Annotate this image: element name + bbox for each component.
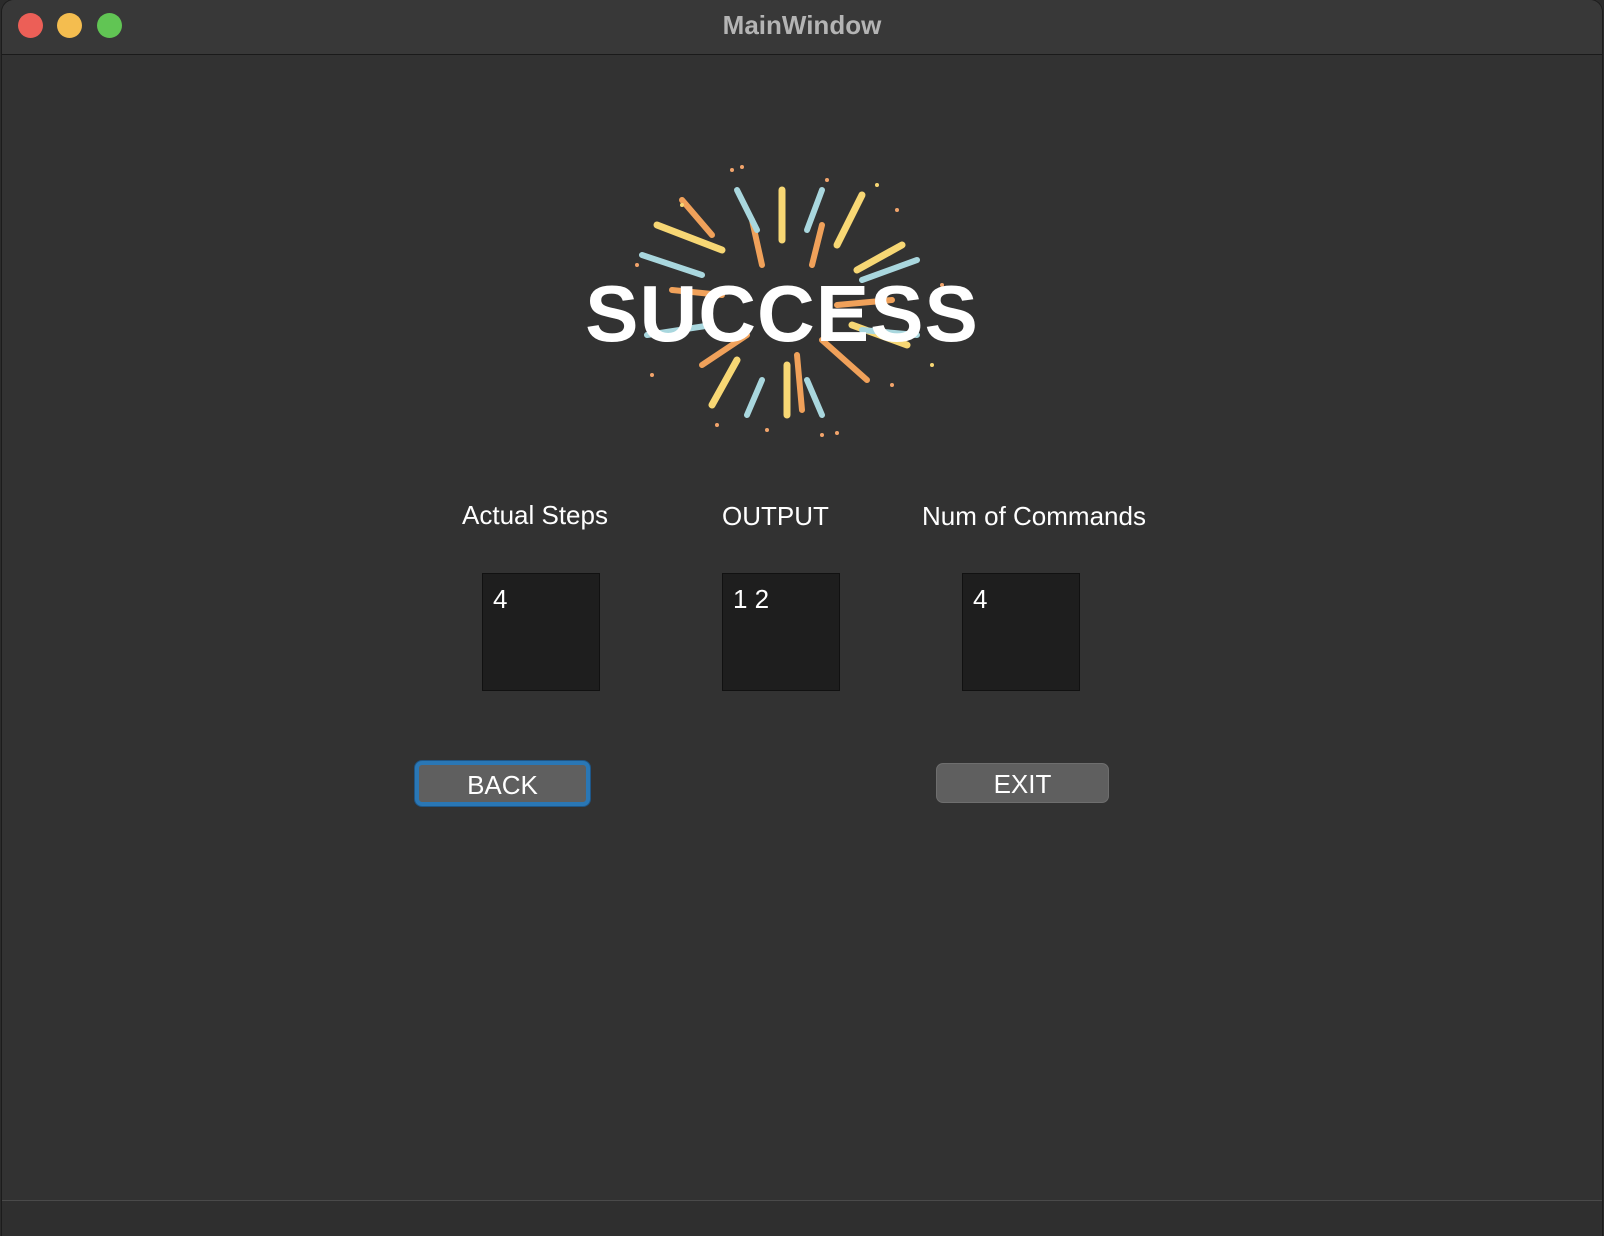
actual-steps-label: Actual Steps <box>462 500 608 530</box>
main-window: MainWindow SUCCESS Actual Steps OUTPUT N… <box>2 0 1602 1236</box>
num-commands-field[interactable]: 4 <box>962 573 1080 691</box>
num-commands-value: 4 <box>973 584 988 614</box>
exit-button[interactable]: EXIT <box>936 763 1109 803</box>
output-value: 1 2 <box>733 584 770 614</box>
back-button[interactable]: BACK <box>415 761 590 806</box>
success-banner: SUCCESS <box>585 269 979 358</box>
window-title: MainWindow <box>722 10 882 40</box>
actual-steps-field[interactable]: 4 <box>482 573 600 691</box>
num-commands-label: Num of Commands <box>922 501 1146 531</box>
output-label: OUTPUT <box>722 501 829 531</box>
output-field[interactable]: 1 2 <box>722 573 840 691</box>
title-bar: MainWindow <box>2 0 1602 55</box>
actual-steps-value: 4 <box>493 584 508 614</box>
status-bar <box>2 1200 1602 1236</box>
